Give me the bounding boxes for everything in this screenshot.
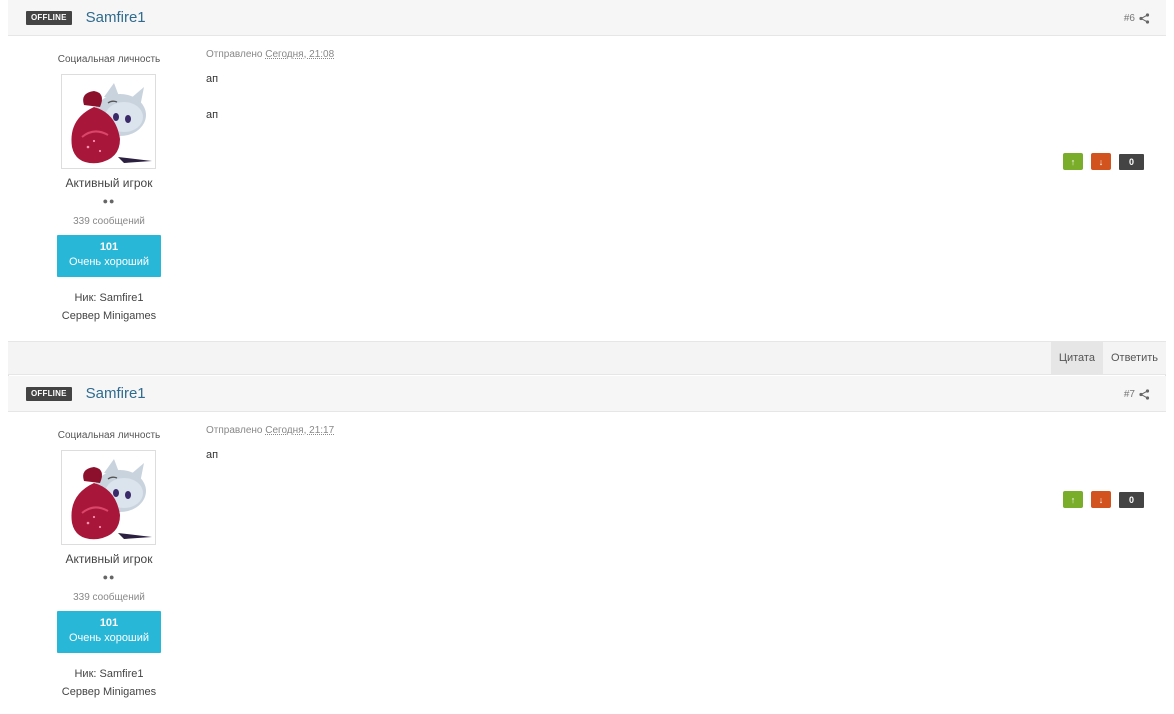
member-title: Социальная личность	[57, 54, 161, 65]
post-count: 339 сообщений	[73, 216, 145, 227]
reply-button[interactable]: Ответить	[1103, 342, 1166, 374]
post-meta: #7	[1124, 376, 1150, 412]
post-text-line: ап	[206, 109, 219, 121]
reputation-count: 0	[1119, 153, 1144, 170]
post-content: Отправлено Сегодня, 21:08 ап ап	[206, 49, 334, 121]
reputation-label: Очень хороший	[68, 256, 150, 268]
posted-prefix: Отправлено	[206, 425, 263, 436]
avatar[interactable]	[61, 450, 156, 545]
post-content: Отправлено Сегодня, 21:17 ап	[206, 425, 334, 461]
rank-pips: ●●	[102, 572, 116, 582]
post-meta: #6	[1124, 0, 1150, 36]
post-header: OFFLINE Samfire1 #6	[8, 0, 1166, 36]
reputation-badge: 101 Очень хороший	[57, 235, 161, 277]
member-title: Социальная личность	[57, 430, 161, 441]
author-info: Социальная личность Активный игрок ●● 33…	[8, 412, 210, 714]
post-body: Социальная личность Активный игрок ●● 33…	[8, 412, 1166, 714]
post-count: 339 сообщений	[73, 592, 145, 603]
avatar[interactable]	[61, 74, 156, 169]
posted-date: Сегодня, 21:08	[265, 49, 335, 60]
post-body: Социальная личность Активный игрок ●● 33…	[8, 36, 1166, 341]
quote-button[interactable]: Цитата	[1050, 342, 1103, 374]
reputation-badge: 101 Очень хороший	[57, 611, 161, 653]
vote-up-button[interactable]: ↑	[1063, 153, 1083, 170]
author-info: Социальная личность Активный игрок ●● 33…	[8, 36, 210, 341]
post-number-link[interactable]: #6	[1124, 13, 1135, 24]
post-header: OFFLINE Samfire1 #7	[8, 376, 1166, 412]
share-icon[interactable]	[1139, 388, 1150, 400]
nickname-field: Ник: Samfire1	[74, 292, 144, 304]
vote-up-button[interactable]: ↑	[1063, 491, 1083, 508]
reputation-value: 101	[99, 241, 119, 253]
author-name-link[interactable]: Samfire1	[86, 385, 146, 402]
posted-date: Сегодня, 21:17	[265, 425, 335, 436]
nickname-field: Ник: Samfire1	[74, 668, 144, 680]
reputation-actions: ↑ ↓ 0	[1063, 153, 1144, 170]
server-field: Сервер Minigames	[61, 310, 157, 322]
post-text-line: ап	[206, 449, 219, 461]
member-rank: Активный игрок	[65, 552, 153, 566]
status-badge: OFFLINE	[26, 10, 72, 25]
reputation-label: Очень хороший	[68, 632, 150, 644]
vote-down-button[interactable]: ↓	[1091, 153, 1111, 170]
post-text-line: ап	[206, 73, 219, 85]
reputation-count: 0	[1119, 491, 1144, 508]
rank-pips: ●●	[102, 196, 116, 206]
server-field: Сервер Minigames	[61, 686, 157, 698]
share-icon[interactable]	[1139, 12, 1150, 24]
avatar-image	[71, 83, 152, 164]
posted-prefix: Отправлено	[206, 49, 263, 60]
avatar-image	[71, 459, 152, 540]
post: OFFLINE Samfire1 #7 Социальная личность	[8, 376, 1166, 714]
vote-down-button[interactable]: ↓	[1091, 491, 1111, 508]
post-number-link[interactable]: #7	[1124, 389, 1135, 400]
reputation-actions: ↑ ↓ 0	[1063, 491, 1144, 508]
reputation-value: 101	[99, 617, 119, 629]
status-badge: OFFLINE	[26, 386, 72, 401]
member-rank: Активный игрок	[65, 176, 153, 190]
post: OFFLINE Samfire1 #6 Социальная личность	[8, 0, 1166, 375]
post-date: Отправлено Сегодня, 21:17	[206, 425, 334, 436]
post-date: Отправлено Сегодня, 21:08	[206, 49, 334, 60]
post-footer: Цитата Ответить	[8, 341, 1166, 375]
author-name-link[interactable]: Samfire1	[86, 9, 146, 26]
